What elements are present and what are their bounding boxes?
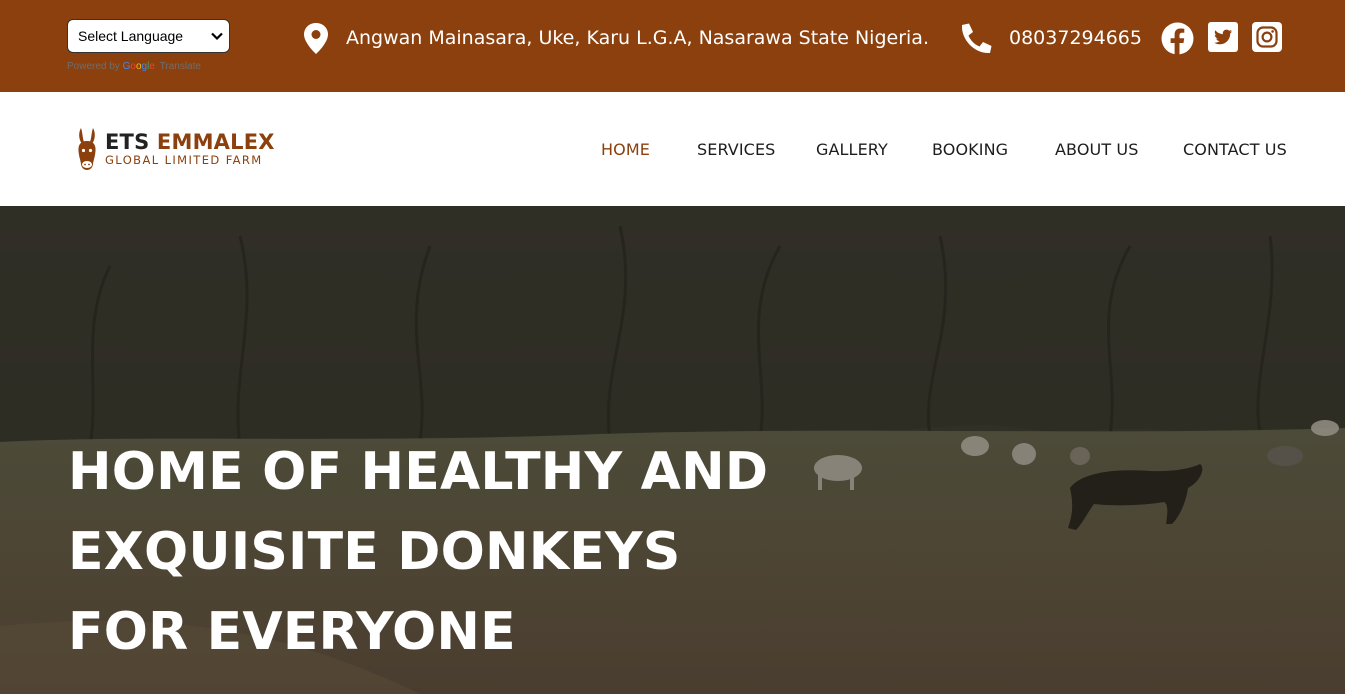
facebook-icon[interactable] <box>1161 22 1194 55</box>
phone-icon <box>961 23 992 53</box>
top-bar: Select Language Powered by Google Transl… <box>0 0 1345 92</box>
google-logo-text: Google <box>122 61 155 72</box>
phone-number[interactable]: 08037294665 <box>1009 27 1142 49</box>
logo-main-text: ETS EMMALEX <box>105 131 275 153</box>
logo-subtitle: GLOBAL LIMITED FARM <box>105 153 263 167</box>
logo-main-part-1: ETS <box>105 130 150 154</box>
hero-title: HOME OF HEALTHY AND EXQUISITE DONKEYS FO… <box>68 442 769 662</box>
logo-text: ETS EMMALEX GLOBAL LIMITED FARM <box>105 131 275 166</box>
nav-gallery[interactable]: GALLERY <box>816 92 888 206</box>
language-select[interactable]: Select Language <box>67 19 230 53</box>
site-logo[interactable]: ETS EMMALEX GLOBAL LIMITED FARM <box>75 126 275 171</box>
phone-info[interactable]: 08037294665 <box>958 0 1142 76</box>
address-text: Angwan Mainasara, Uke, Karu L.G.A, Nasar… <box>346 27 929 49</box>
logo-main-part-2: EMMALEX <box>156 130 275 154</box>
nav-home[interactable]: HOME <box>601 92 650 206</box>
powered-by-label: Powered by <box>67 61 120 72</box>
main-header: ETS EMMALEX GLOBAL LIMITED FARM HOME SER… <box>0 92 1345 206</box>
location-pin-icon <box>304 22 328 54</box>
language-selector[interactable]: Select Language <box>67 19 230 53</box>
nav-booking[interactable]: BOOKING <box>932 92 1008 206</box>
nav-contact-us[interactable]: CONTACT US <box>1183 92 1287 206</box>
donkey-logo-icon <box>78 128 96 170</box>
powered-by-google-translate: Powered by Google Translate <box>67 61 201 72</box>
translate-link[interactable]: Translate <box>160 61 201 72</box>
address-info: Angwan Mainasara, Uke, Karu L.G.A, Nasar… <box>302 0 929 76</box>
twitter-icon[interactable] <box>1208 22 1238 52</box>
instagram-icon[interactable] <box>1252 22 1282 52</box>
nav-services[interactable]: SERVICES <box>697 92 775 206</box>
hero-section: HOME OF HEALTHY AND EXQUISITE DONKEYS FO… <box>0 206 1345 694</box>
nav-about-us[interactable]: ABOUT US <box>1055 92 1138 206</box>
